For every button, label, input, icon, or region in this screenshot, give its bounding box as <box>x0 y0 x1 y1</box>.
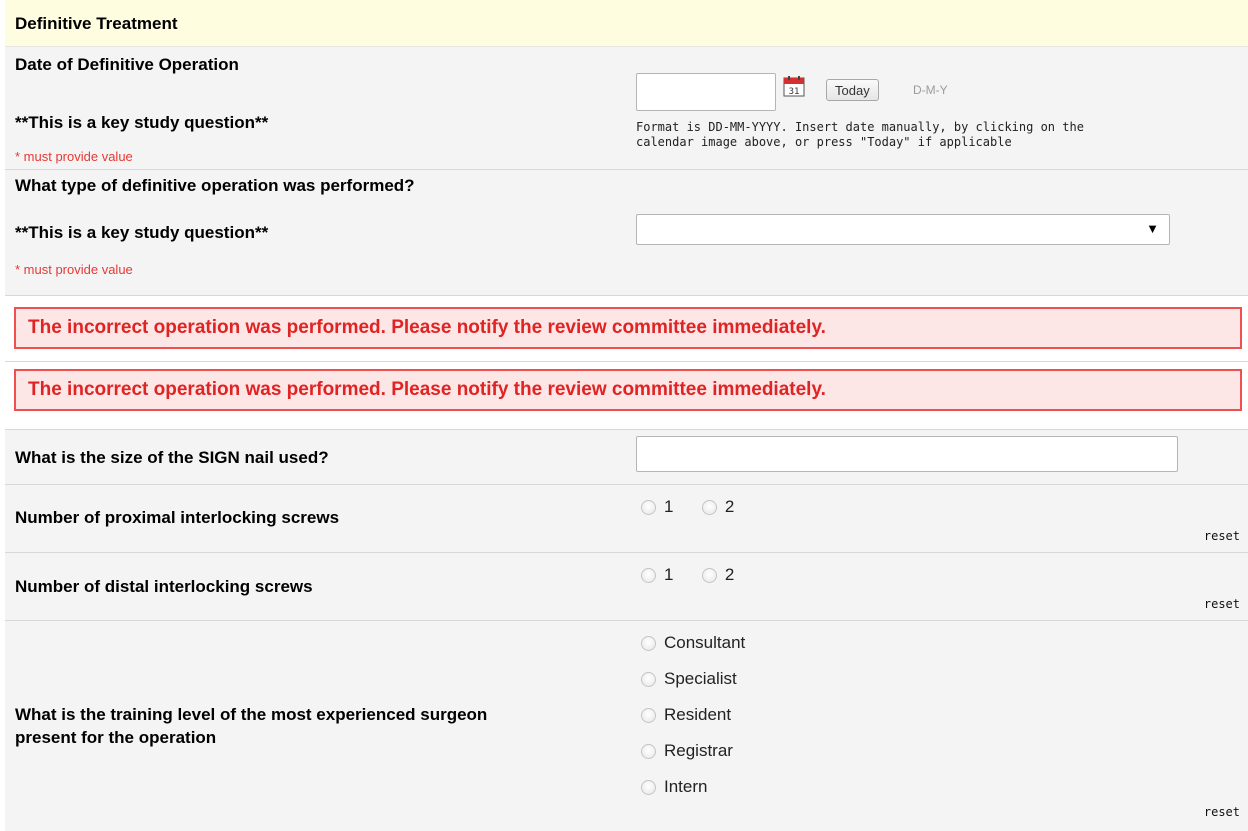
row-nail-size: What is the size of the SIGN nail used? <box>5 430 1248 485</box>
distal-screws-label: Number of distal interlocking screws <box>15 577 313 596</box>
section-header: Definitive Treatment <box>5 0 1248 47</box>
row-operation-type: What type of definitive operation was pe… <box>5 170 1248 296</box>
proximal-screws-options: 1 2 <box>641 497 734 517</box>
key-question-note: **This is a key study question** <box>15 223 269 242</box>
distal-screws-options: 1 2 <box>641 565 734 585</box>
radio-button[interactable] <box>701 567 717 583</box>
training-level-label-line-1: What is the training level of the most e… <box>15 705 488 724</box>
radio-label: 2 <box>724 497 735 516</box>
nail-size-label: What is the size of the SIGN nail used? <box>15 448 329 467</box>
operation-type-select[interactable]: ▼ <box>636 214 1170 245</box>
radio-label: Specialist <box>664 669 737 688</box>
definitive-treatment-form: Definitive Treatment Date of Definitive … <box>5 0 1248 831</box>
date-format-label: D-M-Y <box>913 83 948 97</box>
svg-text:31: 31 <box>789 87 800 97</box>
training-option[interactable]: Registrar <box>641 741 745 777</box>
radio-button[interactable] <box>641 635 656 651</box>
alert-row-2: The incorrect operation was performed. P… <box>5 362 1248 430</box>
training-level-label-line-2: present for the operation <box>15 728 217 747</box>
radio-label: 1 <box>664 565 674 584</box>
training-option[interactable]: Resident <box>641 705 745 741</box>
radio-label: Consultant <box>664 633 746 652</box>
required-note: * must provide value <box>15 149 133 164</box>
radio-label: 1 <box>664 497 674 516</box>
dropdown-arrow-icon: ▼ <box>1146 221 1159 236</box>
radio-button[interactable] <box>641 743 656 759</box>
date-help-line-2: calendar image above, or press "Today" i… <box>636 135 1012 149</box>
training-level-options: Consultant Specialist Resident Registrar… <box>641 633 745 813</box>
today-button[interactable]: Today <box>826 79 879 101</box>
alert-message: The incorrect operation was performed. P… <box>14 307 1242 349</box>
reset-link[interactable]: reset <box>1204 529 1240 543</box>
training-option[interactable]: Intern <box>641 777 745 813</box>
alert-row-1: The incorrect operation was performed. P… <box>5 296 1248 362</box>
radio-button[interactable] <box>701 499 717 515</box>
nail-size-input[interactable] <box>636 436 1178 472</box>
date-help-line-1: Format is DD-MM-YYYY. Insert date manual… <box>636 120 1084 134</box>
radio-button[interactable] <box>641 779 656 795</box>
required-note: * must provide value <box>15 262 133 277</box>
reset-link[interactable]: reset <box>1204 597 1240 611</box>
row-distal-screws: Number of distal interlocking screws 1 2… <box>5 553 1248 621</box>
radio-button[interactable] <box>641 707 656 723</box>
radio-button[interactable] <box>641 671 656 687</box>
training-option[interactable]: Specialist <box>641 669 745 705</box>
radio-label: Intern <box>664 777 708 796</box>
operation-type-label: What type of definitive operation was pe… <box>15 176 415 195</box>
training-option[interactable]: Consultant <box>641 633 745 669</box>
radio-button[interactable] <box>641 499 656 515</box>
alert-message: The incorrect operation was performed. P… <box>14 369 1242 411</box>
row-training-level: What is the training level of the most e… <box>5 621 1248 831</box>
reset-link[interactable]: reset <box>1204 805 1240 819</box>
key-question-note: **This is a key study question** <box>15 113 269 132</box>
proximal-screws-label: Number of proximal interlocking screws <box>15 508 340 527</box>
calendar-icon[interactable]: 31 <box>783 75 805 102</box>
radio-label: Resident <box>664 705 732 724</box>
radio-button[interactable] <box>641 567 656 583</box>
operation-date-input[interactable] <box>636 73 776 111</box>
row-proximal-screws: Number of proximal interlocking screws 1… <box>5 485 1248 553</box>
training-level-label: What is the training level of the most e… <box>15 705 487 748</box>
date-question-label: Date of Definitive Operation <box>15 55 239 74</box>
radio-label: 2 <box>724 565 735 584</box>
radio-label: Registrar <box>664 741 733 760</box>
row-date-of-operation: Date of Definitive Operation **This is a… <box>5 47 1248 170</box>
